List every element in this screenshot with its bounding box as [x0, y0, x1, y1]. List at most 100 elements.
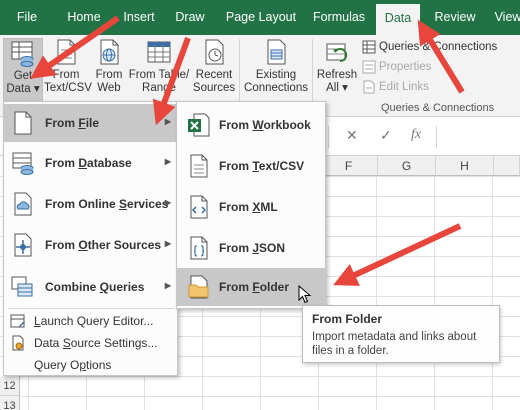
- from-folder-tooltip: From Folder Import metadata and links ab…: [302, 305, 500, 363]
- from-text-csv-label-line1: From: [52, 69, 80, 81]
- data-source-settings-icon: [12, 335, 24, 351]
- formula-bar-divider: [328, 126, 329, 148]
- from-table-range-label-line1: From Table/: [128, 69, 190, 81]
- text-csv-icon: [57, 39, 76, 65]
- tab-insert[interactable]: Insert: [118, 0, 160, 35]
- online-services-icon: [14, 192, 32, 216]
- query-options-icon: [10, 357, 26, 373]
- from-xml-label: From XML: [219, 200, 278, 214]
- recent-sources-button[interactable]: Recent Sources: [192, 38, 236, 95]
- existing-connections-label-line1: Existing: [255, 69, 297, 81]
- edit-links-button[interactable]: Edit Links: [362, 78, 429, 96]
- from-workbook-label: From Workbook: [219, 118, 311, 132]
- dropdown-arrow-icon: ▾: [33, 83, 40, 95]
- cancel-entry-icon[interactable]: ✕: [346, 127, 358, 144]
- tab-view[interactable]: View: [488, 0, 520, 35]
- recent-sources-label-line2: Sources: [192, 82, 236, 94]
- menu-item-from-online-services[interactable]: From Online Services ▶: [4, 185, 177, 223]
- query-options-label: Query Options: [34, 358, 112, 372]
- xml-icon: [190, 195, 208, 219]
- from-text-csv-label: From Text/CSV: [219, 159, 305, 173]
- column-header-next[interactable]: [494, 156, 520, 176]
- menu-item-query-options[interactable]: Query Options: [4, 354, 177, 376]
- menu-item-from-workbook[interactable]: From Workbook: [177, 106, 325, 144]
- tab-page-layout[interactable]: Page Layout: [222, 0, 300, 35]
- queries-connections-label: Queries & Connections: [379, 41, 498, 53]
- column-header-h[interactable]: H: [436, 156, 494, 176]
- menu-item-from-file[interactable]: From File ▶: [4, 104, 177, 142]
- menu-separator: [8, 308, 174, 309]
- tooltip-body-line1: Import metadata and links about: [312, 331, 477, 343]
- file-icon: [14, 111, 32, 135]
- column-header-g[interactable]: G: [378, 156, 436, 176]
- tab-formulas[interactable]: Formulas: [308, 0, 370, 35]
- tab-data[interactable]: Data: [376, 4, 420, 35]
- get-data-label-line1: Get: [13, 70, 33, 82]
- insert-function-icon[interactable]: fx: [411, 127, 421, 143]
- properties-icon: [362, 60, 376, 74]
- get-data-menu: From File ▶ From Database ▶ From Online …: [3, 101, 178, 376]
- tab-file[interactable]: File: [8, 0, 46, 35]
- column-header-f[interactable]: F: [320, 156, 378, 176]
- row-header-13[interactable]: 13: [0, 396, 20, 410]
- group-label-queries-connections: Queries & Connections: [381, 102, 495, 114]
- get-data-label-line2: Data: [6, 83, 31, 95]
- from-database-label: From Database: [45, 156, 132, 170]
- submenu-arrow-icon: ▶: [164, 281, 171, 290]
- from-text-csv-button[interactable]: From Text/CSV: [44, 38, 92, 95]
- submenu-arrow-icon: ▶: [164, 157, 171, 166]
- tab-draw[interactable]: Draw: [170, 0, 210, 35]
- menu-item-data-source-settings[interactable]: Data Source Settings...: [4, 332, 177, 354]
- properties-button[interactable]: Properties: [362, 58, 431, 76]
- workbook-icon: [188, 113, 210, 137]
- web-icon: [100, 39, 119, 65]
- refresh-all-label-line1: Refresh: [316, 69, 358, 81]
- dropdown-arrow-icon: ▾: [342, 82, 348, 94]
- tooltip-title: From Folder: [312, 312, 383, 326]
- refresh-icon: [326, 43, 348, 63]
- existing-connections-button[interactable]: Existing Connections: [243, 38, 309, 95]
- refresh-all-button[interactable]: Refresh All ▾: [316, 38, 358, 95]
- table-icon: [147, 41, 171, 63]
- menu-item-from-text-csv[interactable]: From Text/CSV: [177, 147, 325, 185]
- from-text-csv-label-line2: Text/CSV: [44, 82, 92, 94]
- existing-connections-label-line2: Connections: [244, 82, 308, 94]
- from-web-button[interactable]: From Web: [90, 38, 128, 95]
- recent-sources-icon: [205, 39, 224, 65]
- json-icon: [190, 236, 208, 260]
- edit-links-label: Edit Links: [379, 81, 429, 93]
- edit-links-icon: [363, 80, 375, 94]
- from-table-range-button[interactable]: From Table/ Range: [128, 38, 190, 95]
- from-folder-label: From Folder: [219, 280, 290, 294]
- menu-item-from-other-sources[interactable]: From Other Sources ▶: [4, 226, 177, 264]
- enter-entry-icon[interactable]: ✓: [380, 127, 392, 144]
- menu-item-launch-query-editor[interactable]: Launch Query Editor...: [4, 310, 177, 332]
- row-header-12[interactable]: 12: [0, 376, 20, 396]
- menu-item-from-database[interactable]: From Database ▶: [4, 144, 177, 182]
- other-sources-icon: [14, 233, 32, 257]
- tab-review[interactable]: Review: [430, 0, 480, 35]
- from-web-label-line1: From: [95, 69, 123, 81]
- recent-sources-label-line1: Recent: [195, 69, 233, 81]
- from-online-services-label: From Online Services: [45, 197, 169, 211]
- get-data-button[interactable]: Get Data ▾: [3, 38, 43, 102]
- queries-connections-button[interactable]: Queries & Connections: [362, 38, 497, 56]
- existing-connections-icon: [267, 39, 286, 65]
- database-icon: [12, 152, 34, 175]
- data-source-settings-label: Data Source Settings...: [34, 336, 158, 350]
- from-file-submenu: From Workbook From Text/CSV From XML Fro…: [176, 101, 326, 309]
- combine-queries-icon: [11, 276, 33, 297]
- submenu-arrow-icon: ▶: [164, 198, 171, 207]
- from-json-label: From JSON: [219, 241, 286, 255]
- menu-item-combine-queries[interactable]: Combine Queries ▶: [4, 268, 177, 306]
- tooltip-body-line2: files in a folder.: [312, 345, 389, 357]
- menu-item-from-folder[interactable]: From Folder: [177, 268, 325, 306]
- from-table-range-label-line2: Range: [142, 82, 176, 94]
- properties-label: Properties: [379, 61, 432, 73]
- menu-item-from-xml[interactable]: From XML: [177, 188, 325, 226]
- text-csv-file-icon: [190, 154, 208, 178]
- query-editor-icon: [10, 314, 25, 328]
- queries-icon: [362, 40, 376, 54]
- tab-home[interactable]: Home: [58, 0, 110, 35]
- menu-item-from-json[interactable]: From JSON: [177, 229, 325, 267]
